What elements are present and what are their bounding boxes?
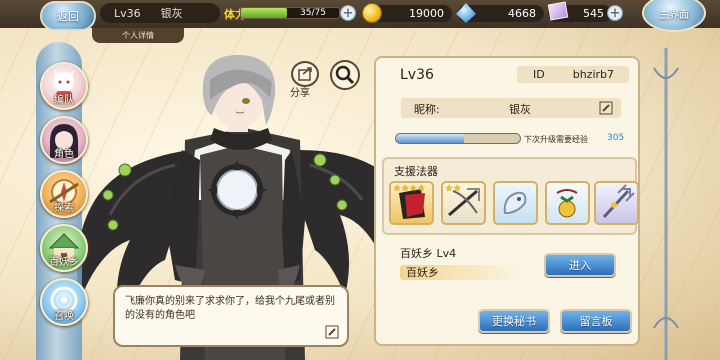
side-item-label: 召唤 [54, 311, 74, 322]
side-item-summon[interactable]: 召唤 [40, 278, 88, 326]
slot-stars: ★★★★ [393, 184, 426, 194]
personal-details-tab[interactable]: 个人详情 [92, 28, 184, 43]
id-label: ID [533, 68, 545, 81]
ornamental-frame-decoration [653, 48, 679, 360]
side-item-label: 百妖乡 [49, 257, 79, 268]
experience-bar [395, 133, 521, 144]
side-item-explore[interactable]: 探索 [40, 170, 88, 218]
player-level: Lv36 [114, 6, 141, 20]
support-slot-5[interactable] [594, 181, 639, 225]
support-artifacts-title: 支援法器 [394, 165, 438, 178]
nickname-value: 银灰 [509, 103, 531, 116]
side-item-label: 探索 [54, 203, 74, 214]
experience-label: 下次升级需要经验 [524, 135, 588, 144]
experience-fill [396, 134, 465, 143]
side-item-label: 角色 [54, 149, 74, 160]
nickname-label: 昵称: [414, 103, 440, 116]
player-level-box: Lv36 银灰 [100, 3, 220, 23]
support-slot-1[interactable]: ★★★★ [389, 181, 434, 225]
support-slot-4[interactable] [545, 181, 590, 225]
character-dialog-box[interactable]: 飞廉你真的别来了求求你了，给我个九尾或者别的没有的角色吧 [113, 285, 349, 347]
player-id-box: ID bhzirb7 [517, 66, 629, 83]
back-button[interactable]: 返回 [40, 1, 96, 31]
player-name: 银灰 [160, 7, 183, 20]
enter-village-button[interactable]: 进入 [544, 253, 616, 277]
stamina-fill [241, 8, 288, 18]
stamina-text: 35/75 [300, 8, 326, 18]
summon-ticket-icon [547, 1, 569, 21]
slot-stars: ★★ [445, 184, 462, 194]
id-value: bhzirb7 [572, 68, 615, 81]
profile-screen: Lv36 银灰 个人详情 返回 体力 35/75 + 19000 4668 54… [0, 0, 720, 360]
village-name-bar: 百妖乡 [400, 265, 524, 280]
trident-icon [602, 184, 635, 219]
side-item-village[interactable]: 百妖乡 [40, 224, 88, 272]
search-icon [335, 65, 355, 85]
village-level: 百妖乡 Lv4 [400, 247, 457, 260]
silver-dragon-icon [503, 191, 527, 214]
share-label: 分享 [290, 88, 310, 99]
add-stamina-button[interactable]: + [340, 5, 356, 21]
change-secretary-button[interactable]: 更换秘书 [478, 309, 550, 333]
support-slot-2[interactable]: ★★ [441, 181, 486, 225]
bell-pendant-icon [556, 189, 578, 218]
message-board-button[interactable]: 留言板 [560, 309, 632, 333]
side-item-characters[interactable]: 角色 [40, 116, 88, 164]
side-item-formation[interactable]: 编队 [40, 62, 88, 110]
experience-value: 305 [607, 133, 625, 143]
gold-coin-icon [362, 3, 382, 23]
edit-pencil-icon[interactable] [325, 325, 339, 339]
nickname-box: 昵称: 银灰 [401, 98, 621, 118]
add-ticket-button[interactable]: + [607, 5, 623, 21]
search-button[interactable] [330, 60, 360, 90]
support-slot-3[interactable] [493, 181, 538, 225]
edit-nickname-icon[interactable] [599, 101, 613, 115]
side-item-label: 编队 [54, 95, 74, 106]
profile-level: Lv36 [400, 67, 434, 83]
dialog-text: 飞廉你真的别来了求求你了，给我个九尾或者别的没有的角色吧 [125, 296, 335, 321]
share-icon [298, 67, 312, 81]
